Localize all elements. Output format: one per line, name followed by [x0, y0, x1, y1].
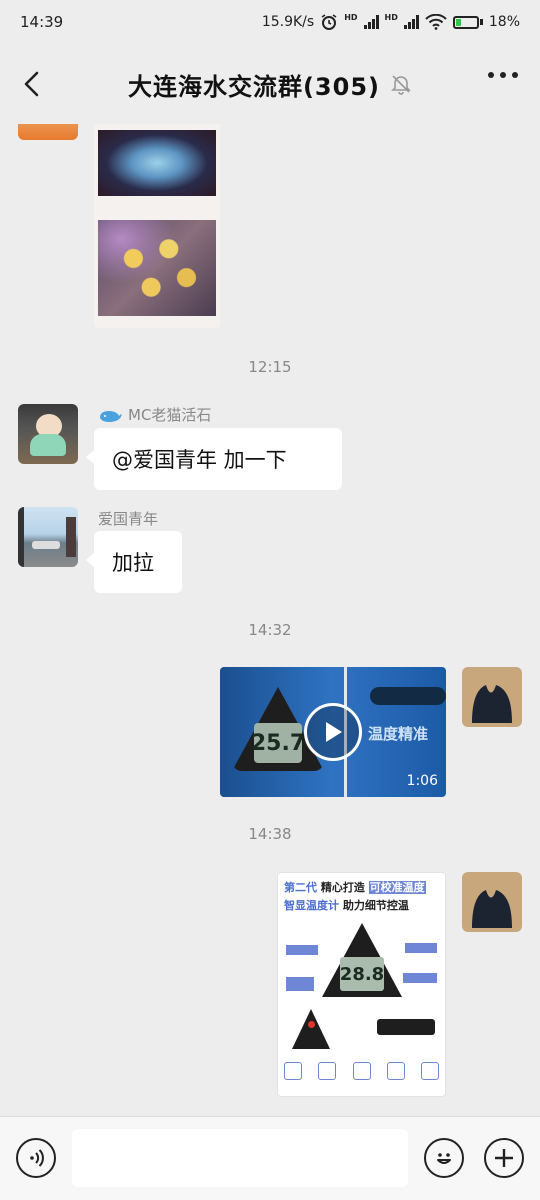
- status-time: 14:39: [20, 13, 64, 31]
- status-icons: 15.9K/s HD HD 18%: [262, 13, 520, 31]
- voice-button[interactable]: [16, 1138, 56, 1178]
- feature-icon: [284, 1062, 302, 1080]
- smiley-icon: [437, 1153, 451, 1164]
- timestamp: 14:32: [248, 621, 292, 639]
- coral-photo: [98, 130, 216, 196]
- feature-icon: [421, 1062, 439, 1080]
- dot-icon: [512, 72, 518, 78]
- image-message[interactable]: 第二代 精心打造 可校准温度 智显温度计 助力细节控温 28.8: [277, 872, 446, 1097]
- emoji-button[interactable]: [424, 1138, 464, 1178]
- avatar[interactable]: [462, 872, 522, 932]
- feature-icons-row: [284, 1062, 439, 1090]
- mute-bell-icon: [391, 75, 411, 95]
- chat-title: 大连海水交流群(305): [127, 72, 381, 101]
- battery-icon: [452, 15, 483, 29]
- add-button[interactable]: [484, 1138, 524, 1178]
- wifi-icon: [425, 14, 447, 30]
- thermometer-screen: 25.7: [251, 723, 305, 763]
- net-speed: 15.9K/s: [261, 14, 315, 30]
- sender-name: MC老猫活石: [98, 404, 211, 425]
- avatar[interactable]: [18, 404, 78, 464]
- dot-icon: [488, 72, 494, 78]
- avatar-silhouette: [472, 890, 512, 928]
- plus-icon: [495, 1149, 513, 1167]
- ad-headline-1: 第二代 精心打造 可校准温度: [284, 881, 426, 894]
- whale-icon: [100, 410, 122, 422]
- video-caption: 温度精准: [368, 725, 429, 743]
- sensor-device: [292, 1009, 330, 1049]
- chevron-left-icon: [24, 71, 39, 97]
- sensor-light: [308, 1021, 315, 1028]
- alarm-icon: [321, 14, 337, 30]
- avatar[interactable]: [18, 124, 78, 140]
- battery-pack: [377, 1019, 435, 1035]
- back-button[interactable]: [14, 66, 50, 102]
- image-message[interactable]: [94, 124, 220, 328]
- avatar-silhouette: [472, 685, 512, 723]
- feature-icon: [352, 1062, 371, 1080]
- coral-photo: [98, 220, 216, 316]
- play-icon: [326, 722, 342, 742]
- avatar[interactable]: [462, 667, 522, 727]
- status-bar: 14:39 15.9K/s HD HD 18%: [0, 0, 540, 44]
- play-button[interactable]: [304, 703, 362, 761]
- decor-bar: [370, 687, 446, 705]
- timestamp: 14:38: [248, 825, 292, 843]
- feature-tag: [286, 977, 314, 991]
- feature-tag: [286, 945, 318, 955]
- video-message[interactable]: 25.7 温度精准 1:06: [220, 667, 446, 797]
- timestamp: 12:15: [248, 358, 292, 376]
- thermometer-screen: 28.8: [340, 957, 384, 991]
- voice-icon: [30, 1149, 44, 1167]
- ad-headline-2: 智显温度计 助力细节控温: [284, 899, 409, 912]
- feature-icon: [318, 1062, 337, 1080]
- feature-tag: [405, 943, 437, 953]
- hd-badge-1: HD: [344, 13, 358, 22]
- hd-badge-2: HD: [384, 13, 398, 22]
- battery-percent: 18%: [488, 14, 520, 30]
- video-duration: 1:06: [406, 773, 438, 789]
- sender-name: 爱国青年: [98, 510, 159, 528]
- dot-icon: [500, 72, 506, 78]
- input-bar: [0, 1116, 540, 1200]
- signal-icon-2: [403, 15, 419, 29]
- message-bubble[interactable]: @爱国青年 加一下: [86, 428, 342, 490]
- signal-icon-1: [363, 15, 379, 29]
- feature-tag: [403, 973, 437, 983]
- chat-header: 大连海水交流群(305): [0, 44, 540, 124]
- message-bubble[interactable]: 加拉: [86, 531, 182, 593]
- feature-icon: [386, 1062, 405, 1080]
- avatar[interactable]: [18, 507, 78, 567]
- message-input[interactable]: [72, 1129, 408, 1187]
- chat-messages[interactable]: 12:15 MC老猫活石 @爱国青年 加一下 爱国青年 加拉 14:32 25.…: [0, 124, 540, 1116]
- more-button[interactable]: [488, 72, 518, 78]
